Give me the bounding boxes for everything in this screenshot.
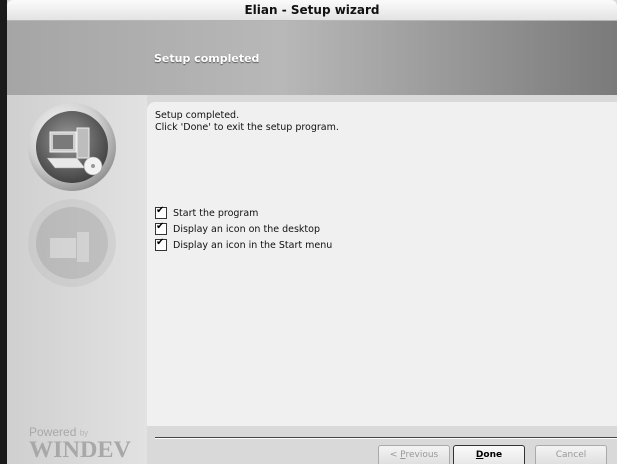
start-program-label: Start the program — [173, 207, 259, 219]
computer-globe-icon — [28, 103, 116, 191]
computer-globe-reflection-icon — [28, 199, 116, 287]
step-title: Setup completed — [154, 52, 260, 65]
windev-logo: WINDEV — [29, 437, 131, 462]
checkmark-icon: ✔ — [156, 237, 165, 248]
desktop-icon-label: Display an icon on the desktop — [173, 223, 320, 235]
setup-wizard-window: Elian - Setup wizard Setup completed Pow… — [7, 0, 617, 464]
start-menu-icon-checkbox[interactable]: ✔ Display an icon in the Start menu — [155, 237, 332, 253]
previous-button[interactable]: < Previous — [378, 445, 450, 464]
button-separator — [155, 437, 617, 439]
window-title: Elian - Setup wizard — [7, 0, 617, 21]
checkbox-start-program[interactable]: ✔ — [155, 205, 167, 219]
instruction-line-1: Setup completed. — [155, 110, 240, 121]
instruction-line-2: Click 'Done' to exit the setup program. — [155, 122, 339, 133]
desktop-icon-checkbox[interactable]: ✔ Display an icon on the desktop — [155, 221, 332, 237]
instructions-text: Setup completed. Click 'Done' to exit th… — [155, 110, 339, 134]
start-program-checkbox[interactable]: ✔ Start the program — [155, 205, 332, 221]
checkbox-desktop-icon[interactable]: ✔ — [155, 221, 167, 235]
checkbox-start-menu-icon[interactable]: ✔ — [155, 237, 167, 251]
checkmark-icon: ✔ — [156, 205, 165, 216]
cancel-button[interactable]: Cancel — [535, 445, 607, 464]
checkmark-icon: ✔ — [156, 221, 165, 232]
done-button[interactable]: Done — [453, 445, 525, 464]
wizard-header: Setup completed — [7, 21, 617, 95]
start-menu-icon-label: Display an icon in the Start menu — [173, 239, 333, 251]
content-panel: Setup completed. Click 'Done' to exit th… — [147, 102, 617, 426]
options-list: ✔ Start the program ✔ Display an icon on… — [155, 205, 332, 253]
